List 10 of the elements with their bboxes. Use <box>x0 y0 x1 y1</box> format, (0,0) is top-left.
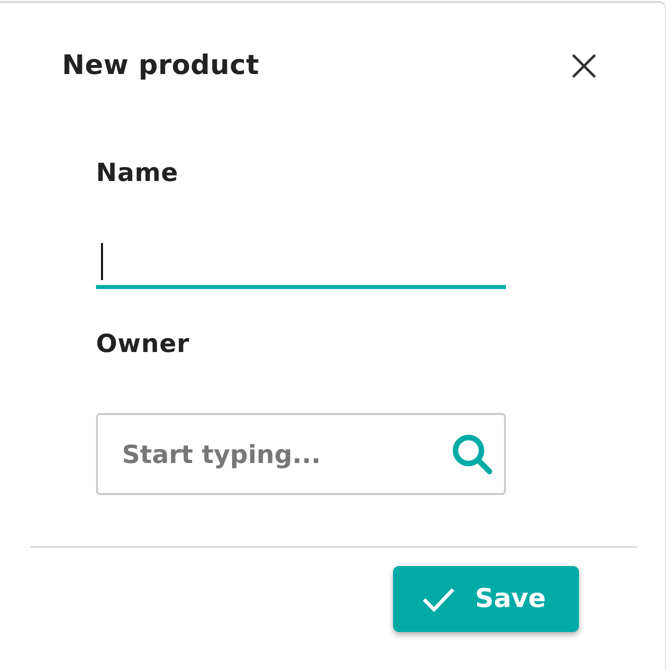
search-icon <box>452 434 493 475</box>
save-button[interactable]: Save <box>393 566 579 632</box>
field-label: Owner <box>96 328 190 360</box>
check-icon <box>422 586 455 612</box>
close-icon <box>571 53 597 79</box>
search-input-field[interactable]: Start typing... <box>96 413 506 495</box>
close-button[interactable] <box>571 53 597 79</box>
field-label: Name <box>96 157 178 189</box>
dialog-title: New product <box>62 49 260 83</box>
text-cursor <box>101 243 103 280</box>
